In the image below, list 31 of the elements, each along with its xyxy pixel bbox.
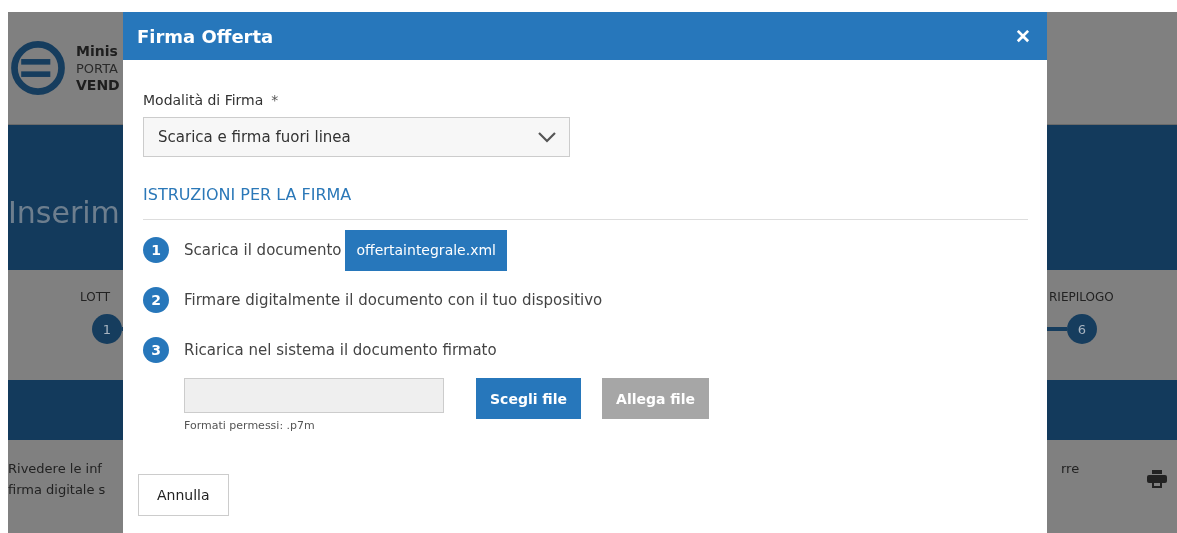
step-label: LOTT: [80, 290, 112, 304]
step-number[interactable]: 6: [1067, 314, 1097, 344]
step-text: Scarica il documento: [184, 241, 342, 259]
section-heading: ISTRUZIONI PER LA FIRMA: [143, 185, 353, 204]
brand-text: Minis: [76, 42, 119, 60]
close-button[interactable]: ✕: [1015, 24, 1031, 48]
signature-mode-select[interactable]: Scarica e firma fuori linea: [143, 117, 570, 157]
step-label: RIEPILOGO: [1049, 290, 1115, 304]
intro-text: rre: [1061, 460, 1080, 478]
page-title: Inserim: [8, 194, 120, 230]
logo-icon: [10, 40, 66, 96]
intro-text: firma digitale s: [8, 481, 107, 499]
step-number: 1: [143, 237, 169, 263]
step-number: 2: [143, 287, 169, 313]
brand-text: PORTA: [76, 59, 119, 77]
step-text: Firmare digitalmente il documento con il tuo dispositivo: [184, 291, 603, 309]
field-label: Modalità di Firma: [143, 92, 264, 108]
format-hint: Formati permessi: .p7m: [184, 419, 316, 432]
step-text: Ricarica nel sistema il documento firmato: [184, 341, 497, 359]
download-button[interactable]: offertaintegrale.xml: [345, 229, 507, 271]
intro-text: Rivedere le inf: [8, 460, 103, 478]
chevron-down-icon: [537, 131, 557, 143]
printer-icon[interactable]: [1147, 470, 1167, 488]
modal-title: Firma Offerta: [137, 25, 274, 47]
cancel-button[interactable]: Annulla: [138, 474, 229, 516]
step-number: 3: [143, 337, 169, 363]
step-number[interactable]: 1: [92, 314, 122, 344]
brand-text: VEND: [76, 76, 120, 94]
file-field[interactable]: [184, 378, 444, 413]
choose-file-button[interactable]: Scegli file: [476, 378, 582, 419]
required-mark: *: [271, 92, 279, 108]
